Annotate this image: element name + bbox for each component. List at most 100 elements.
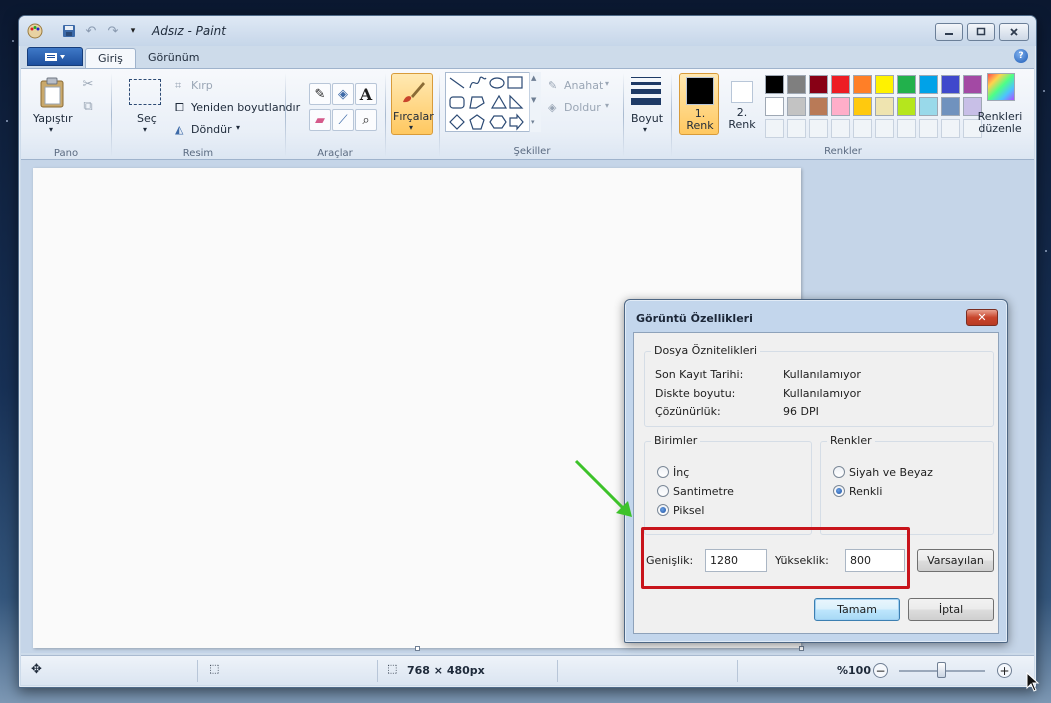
palette-swatch[interactable] xyxy=(963,75,982,94)
palette-swatch-empty[interactable] xyxy=(809,119,828,138)
palette-swatch-empty[interactable] xyxy=(875,119,894,138)
paste-icon[interactable] xyxy=(39,77,67,112)
outline-icon[interactable]: ✎ xyxy=(548,79,557,92)
zoom-in-icon[interactable]: + xyxy=(997,663,1012,678)
zoom-slider-thumb[interactable] xyxy=(937,662,946,678)
units-centimeter-label[interactable]: Santimetre xyxy=(673,485,734,498)
pencil-icon[interactable]: ✎ xyxy=(309,83,331,105)
copy-icon[interactable]: ⧉ xyxy=(77,95,99,117)
units-centimeter-radio[interactable] xyxy=(657,485,669,497)
size-button[interactable]: Boyut xyxy=(631,112,663,125)
resize-button[interactable]: Yeniden boyutlandır xyxy=(191,101,300,114)
color1-button[interactable]: 1. Renk xyxy=(679,73,719,135)
palette-swatch-empty[interactable] xyxy=(897,119,916,138)
palette-swatch[interactable] xyxy=(831,97,850,116)
scroll-up-icon[interactable]: ▲ xyxy=(531,74,536,82)
eraser-icon[interactable]: ▰ xyxy=(309,109,331,131)
text-tool-icon[interactable]: A xyxy=(355,83,377,105)
rotate-dropdown-icon[interactable]: ▾ xyxy=(236,123,240,132)
black-white-label[interactable]: Siyah ve Beyaz xyxy=(849,466,933,479)
redo-icon[interactable]: ↷ xyxy=(105,23,121,39)
scroll-down-icon[interactable]: ▼ xyxy=(531,96,536,104)
palette-swatch[interactable] xyxy=(919,75,938,94)
palette-swatch[interactable] xyxy=(809,97,828,116)
undo-icon[interactable]: ↶ xyxy=(83,23,99,39)
ok-button[interactable]: Tamam xyxy=(814,598,900,621)
palette-swatch[interactable] xyxy=(787,75,806,94)
outline-dropdown-icon[interactable]: ▾ xyxy=(605,79,609,88)
size-icon[interactable] xyxy=(631,77,661,105)
crop-icon[interactable]: ⌗ xyxy=(175,79,181,93)
tab-view[interactable]: Görünüm xyxy=(136,48,211,68)
palette-swatch[interactable] xyxy=(941,97,960,116)
paste-button[interactable]: Yapıştır xyxy=(33,112,73,125)
resize-handle-bottom[interactable] xyxy=(415,646,420,651)
crop-button[interactable]: Kırp xyxy=(191,79,213,92)
dialog-close-button[interactable]: ✕ xyxy=(966,309,998,326)
palette-swatch[interactable] xyxy=(809,75,828,94)
color2-button[interactable]: 2. Renk xyxy=(723,73,761,135)
restore-icon xyxy=(976,27,986,36)
units-pixel-radio[interactable] xyxy=(657,504,669,516)
fill-icon[interactable]: ◈ xyxy=(548,101,556,114)
palette-swatch[interactable] xyxy=(875,97,894,116)
resize-handle-corner[interactable] xyxy=(799,646,804,651)
select-dropdown-icon[interactable]: ▾ xyxy=(143,125,147,134)
black-white-radio[interactable] xyxy=(833,466,845,478)
palette-swatch[interactable] xyxy=(897,75,916,94)
rotate-icon[interactable]: ◭ xyxy=(175,123,183,136)
palette-swatch[interactable] xyxy=(853,97,872,116)
fill-button[interactable]: Doldur xyxy=(564,101,601,114)
group-separator xyxy=(439,73,440,157)
palette-swatch[interactable] xyxy=(787,97,806,116)
shape-gallery-scrollbar[interactable]: ▲ ▼ ▾ xyxy=(529,72,541,132)
app-menu-button[interactable] xyxy=(27,47,83,66)
outline-button[interactable]: Anahat xyxy=(564,79,603,92)
defaults-button[interactable]: Varsayılan xyxy=(917,549,994,572)
cut-icon[interactable]: ✂ xyxy=(77,73,99,95)
rotate-button[interactable]: Döndür xyxy=(191,123,232,136)
color-mode-label[interactable]: Renkli xyxy=(849,485,882,498)
palette-swatch-empty[interactable] xyxy=(853,119,872,138)
zoom-out-icon[interactable]: − xyxy=(873,663,888,678)
palette-swatch[interactable] xyxy=(853,75,872,94)
palette-swatch[interactable] xyxy=(765,97,784,116)
units-inch-radio[interactable] xyxy=(657,466,669,478)
close-button[interactable] xyxy=(999,23,1029,41)
cancel-button[interactable]: İptal xyxy=(908,598,994,621)
palette-swatch-empty[interactable] xyxy=(831,119,850,138)
gallery-more-icon[interactable]: ▾ xyxy=(531,118,535,126)
palette-swatch[interactable] xyxy=(919,97,938,116)
tab-home[interactable]: Giriş xyxy=(85,48,136,68)
edit-colors-icon[interactable] xyxy=(987,73,1015,101)
fill-dropdown-icon[interactable]: ▾ xyxy=(605,101,609,110)
maximize-button[interactable] xyxy=(967,23,995,41)
palette-swatch-empty[interactable] xyxy=(919,119,938,138)
magnifier-icon[interactable]: ⌕ xyxy=(355,109,377,131)
paste-dropdown-icon[interactable]: ▾ xyxy=(49,125,53,134)
color-picker-icon[interactable]: ⟋ xyxy=(332,109,354,131)
save-icon[interactable] xyxy=(61,23,77,39)
resize-icon[interactable]: ⧠ xyxy=(175,101,184,115)
palette-swatch[interactable] xyxy=(765,75,784,94)
fill-bucket-icon[interactable]: ◈ xyxy=(332,83,354,105)
color-mode-radio[interactable] xyxy=(833,485,845,497)
palette-swatch[interactable] xyxy=(897,97,916,116)
palette-swatch-empty[interactable] xyxy=(941,119,960,138)
size-dropdown-icon[interactable]: ▾ xyxy=(643,125,647,134)
palette-swatch-empty[interactable] xyxy=(787,119,806,138)
select-icon[interactable] xyxy=(129,79,161,105)
palette-swatch[interactable] xyxy=(831,75,850,94)
palette-swatch[interactable] xyxy=(875,75,894,94)
palette-swatch-empty[interactable] xyxy=(765,119,784,138)
palette-swatch[interactable] xyxy=(941,75,960,94)
minimize-button[interactable] xyxy=(935,23,963,41)
shape-gallery[interactable] xyxy=(445,72,541,132)
brushes-button[interactable]: Fırçalar ▾ xyxy=(391,73,434,135)
units-pixel-label[interactable]: Piksel xyxy=(673,504,704,517)
help-icon[interactable]: ? xyxy=(1014,49,1028,63)
edit-colors-button[interactable]: Renkleri düzenle xyxy=(965,111,1035,135)
select-button[interactable]: Seç xyxy=(137,112,157,125)
units-inch-label[interactable]: İnç xyxy=(673,466,689,479)
customize-qat-icon[interactable]: ▾ xyxy=(125,23,141,39)
